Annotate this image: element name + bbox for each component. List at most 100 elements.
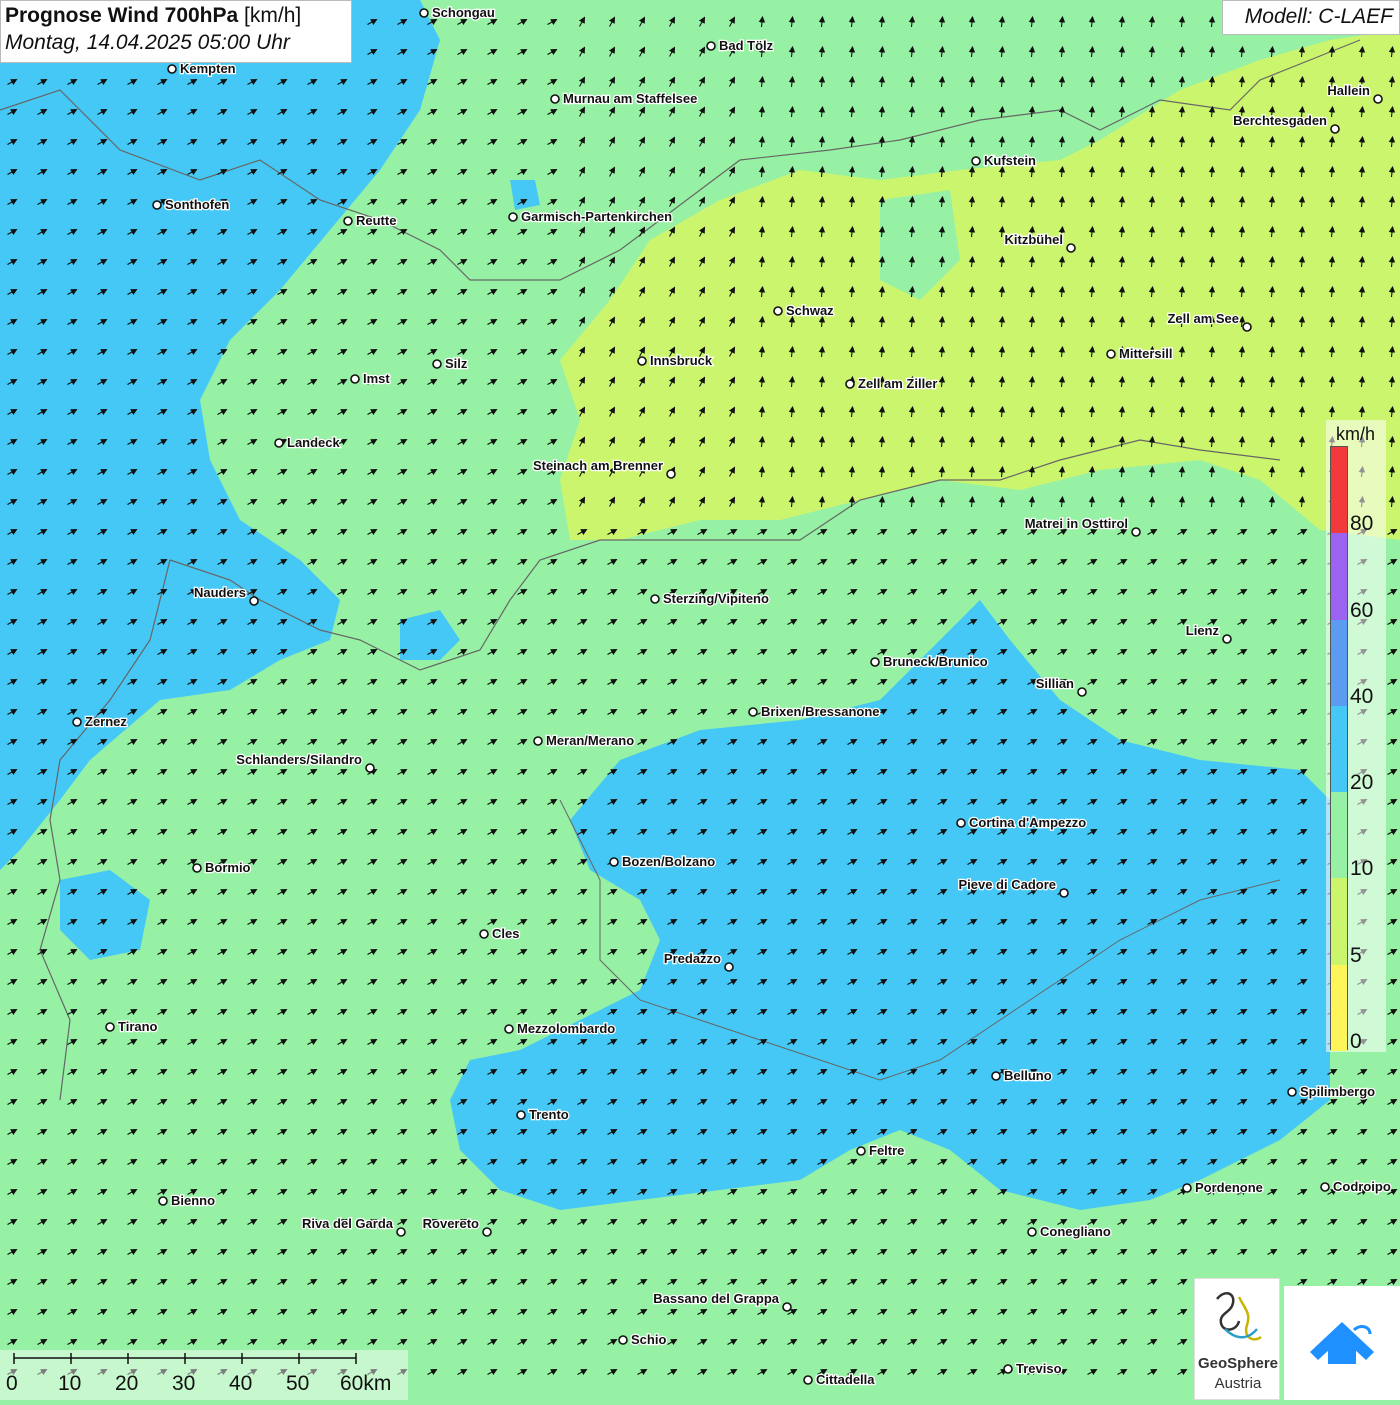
city-label: Nauders [194, 585, 246, 600]
legend-bin-5 [1331, 878, 1347, 965]
map-title-box: Prognose Wind 700hPa [km/h] Montag, 14.0… [0, 0, 352, 63]
city-dot [504, 1024, 514, 1034]
city-dot [479, 929, 489, 939]
scale-label-20: 20 [115, 1372, 139, 1395]
city-label: Bormio [205, 860, 251, 875]
city-dot [167, 64, 177, 74]
city-label: Kufstein [984, 153, 1036, 168]
city-label: Bruneck/Brunico [883, 654, 988, 669]
city-label: Kempten [180, 61, 236, 76]
city-label: Treviso [1016, 1361, 1062, 1376]
city-marker: Brixen/Bressanone [748, 703, 881, 720]
scale-bar: 0 10 20 30 40 50 60km [0, 1350, 408, 1400]
city-label: Berchtesgaden [1233, 113, 1327, 128]
legend-tick-0: 0 [1350, 1030, 1362, 1053]
city-label: Pordenone [1195, 1180, 1263, 1195]
city-label: Imst [363, 371, 390, 386]
city-dot [845, 379, 855, 389]
city-dot [782, 1302, 792, 1312]
city-label: Lienz [1186, 623, 1220, 638]
city-dot [1330, 124, 1340, 134]
city-label: Zernez [85, 714, 127, 729]
city-label: Bad Tölz [719, 38, 774, 53]
city-dot [550, 94, 560, 104]
city-marker: Bozen/Bolzano [609, 853, 716, 870]
city-label: Tirano [118, 1019, 158, 1034]
city-label: Schwaz [786, 303, 834, 318]
city-label: Meran/Merano [546, 733, 634, 748]
legend-tick-60: 60 [1350, 598, 1374, 622]
city-label: Garmisch-Partenkirchen [521, 209, 672, 224]
city-dot [971, 156, 981, 166]
city-dot [803, 1375, 813, 1385]
city-dot [1131, 527, 1141, 537]
city-dot [105, 1022, 115, 1032]
city-dot [1242, 322, 1252, 332]
legend-tick-10: 10 [1350, 857, 1374, 881]
city-label: Schio [631, 1332, 666, 1347]
city-label: Spilimbergo [1300, 1084, 1375, 1099]
city-label: Silz [445, 356, 468, 371]
city-dot [870, 657, 880, 667]
city-dot [666, 469, 676, 479]
scale-label-30: 30 [172, 1372, 196, 1395]
city-label: Landeck [287, 435, 341, 450]
city-dot [706, 41, 716, 51]
legend-bin-20 [1331, 705, 1347, 793]
city-label: Codroipo [1333, 1179, 1391, 1194]
city-dot [343, 216, 353, 226]
app-logo-icon [1310, 1322, 1374, 1364]
legend-bin-0 [1331, 964, 1347, 1051]
city-label: Matrei in Osttirol [1025, 516, 1128, 531]
city-marker: Innsbruck [637, 352, 714, 369]
geosphere-logo-subtext: Austria [1214, 1375, 1262, 1392]
scale-label-60km: 60km [340, 1372, 392, 1395]
city-label: Steinach am Brenner [533, 458, 663, 473]
city-dot [508, 212, 518, 222]
city-label: Reutte [356, 213, 396, 228]
city-marker: Mezzolombardo [504, 1020, 617, 1037]
geosphere-logo-text: GeoSphere [1197, 1355, 1279, 1372]
city-dot [350, 374, 360, 384]
city-label: Belluno [1004, 1068, 1052, 1083]
geosphere-logo: GeoSphere Austria [1194, 1278, 1280, 1400]
scale-label-0: 0 [6, 1372, 18, 1395]
city-marker: Cortina d'Ampezzo [956, 814, 1088, 831]
map-title-unit: [km/h] [244, 4, 302, 27]
city-label: Mittersill [1119, 346, 1172, 361]
city-marker: Pordenone [1182, 1179, 1264, 1196]
city-dot [482, 1227, 492, 1237]
legend-bin-80 [1331, 447, 1347, 534]
city-label: Zell am See [1167, 311, 1239, 326]
city-marker: Meran/Merano [533, 732, 635, 749]
legend-tick-5: 5 [1350, 943, 1362, 967]
city-label: Cittadella [816, 1372, 875, 1387]
color-legend: km/h 0 5 10 20 40 60 80 [1326, 420, 1386, 1053]
scale-label-10: 10 [58, 1372, 82, 1395]
city-label: Trento [529, 1107, 569, 1122]
model-label: Modell: C-LAEF [1222, 0, 1400, 35]
city-label: Mezzolombardo [517, 1021, 615, 1036]
city-dot [637, 356, 647, 366]
city-label: Predazzo [664, 951, 721, 966]
city-label: Cortina d'Ampezzo [969, 815, 1086, 830]
city-label: Schlanders/Silandro [236, 752, 362, 767]
city-label: Pieve di Cadore [958, 877, 1056, 892]
scale-label-40: 40 [229, 1372, 253, 1395]
city-marker: Murnau am Staffelsee [550, 90, 699, 107]
city-label: Murnau am Staffelsee [563, 91, 697, 106]
city-dot [1182, 1183, 1192, 1193]
city-dot [1106, 349, 1116, 359]
city-dot [396, 1227, 406, 1237]
city-dot [991, 1071, 1001, 1081]
city-marker: Schongau [419, 4, 496, 21]
city-dot [72, 717, 82, 727]
city-dot [249, 596, 259, 606]
city-dot [1003, 1364, 1013, 1374]
legend-tick-80: 80 [1350, 512, 1374, 536]
city-dot [1222, 634, 1232, 644]
map-title: Prognose Wind 700hPa [km/h] [5, 4, 347, 28]
city-dot [1027, 1227, 1037, 1237]
city-dot [650, 594, 660, 604]
city-dot [856, 1146, 866, 1156]
